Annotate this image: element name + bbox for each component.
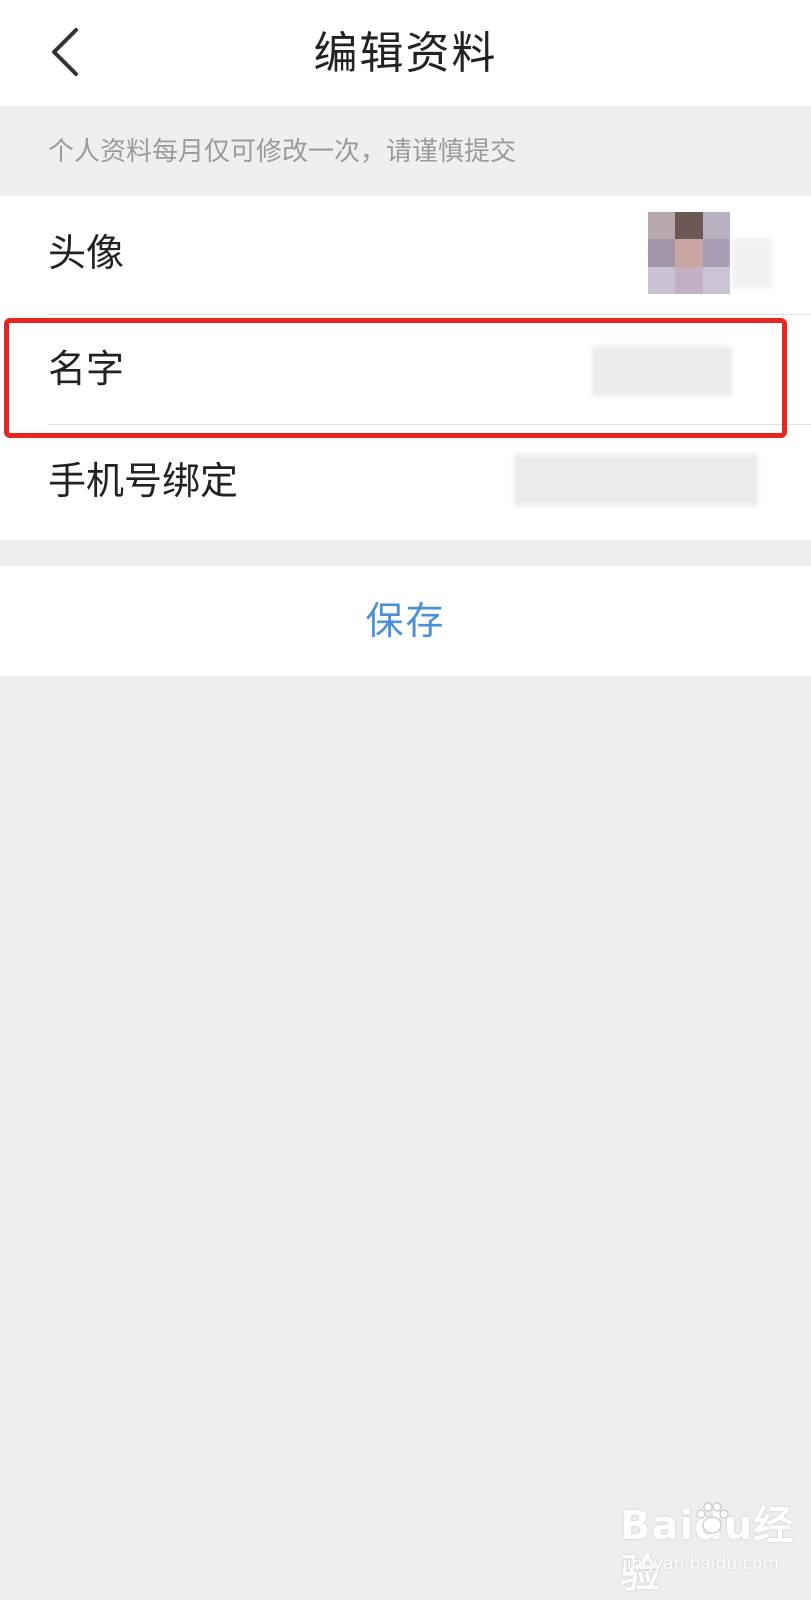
row-divider [48, 314, 811, 315]
row-divider [48, 424, 811, 425]
save-panel: 保存 [0, 566, 811, 676]
avatar-row[interactable]: 头像 [0, 196, 811, 310]
save-button[interactable]: 保存 [0, 566, 811, 676]
notice-text: 个人资料每月仅可修改一次，请谨慎提交 [48, 137, 517, 167]
avatar-row-label: 头像 [48, 231, 125, 275]
page-title: 编辑资料 [313, 28, 498, 79]
profile-form-list: 头像 名字 手机号绑定 [0, 196, 811, 540]
baidu-jingyan-watermark: Baidu经验 jingyan.baidu.com [620, 1502, 800, 1597]
phone-binding-row[interactable]: 手机号绑定 [0, 426, 811, 540]
watermark-url: jingyan.baidu.com [622, 1554, 779, 1574]
paw-icon [696, 1502, 729, 1534]
name-row-label: 名字 [48, 347, 125, 391]
avatar[interactable] [648, 212, 730, 294]
notice-bar: 个人资料每月仅可修改一次，请谨慎提交 [0, 106, 811, 196]
name-value-blurred [592, 346, 732, 396]
top-app-bar: 编辑资料 [0, 0, 811, 106]
phone-binding-row-label: 手机号绑定 [48, 459, 239, 503]
name-row[interactable]: 名字 [0, 316, 811, 424]
phone-value-blurred [514, 454, 758, 506]
